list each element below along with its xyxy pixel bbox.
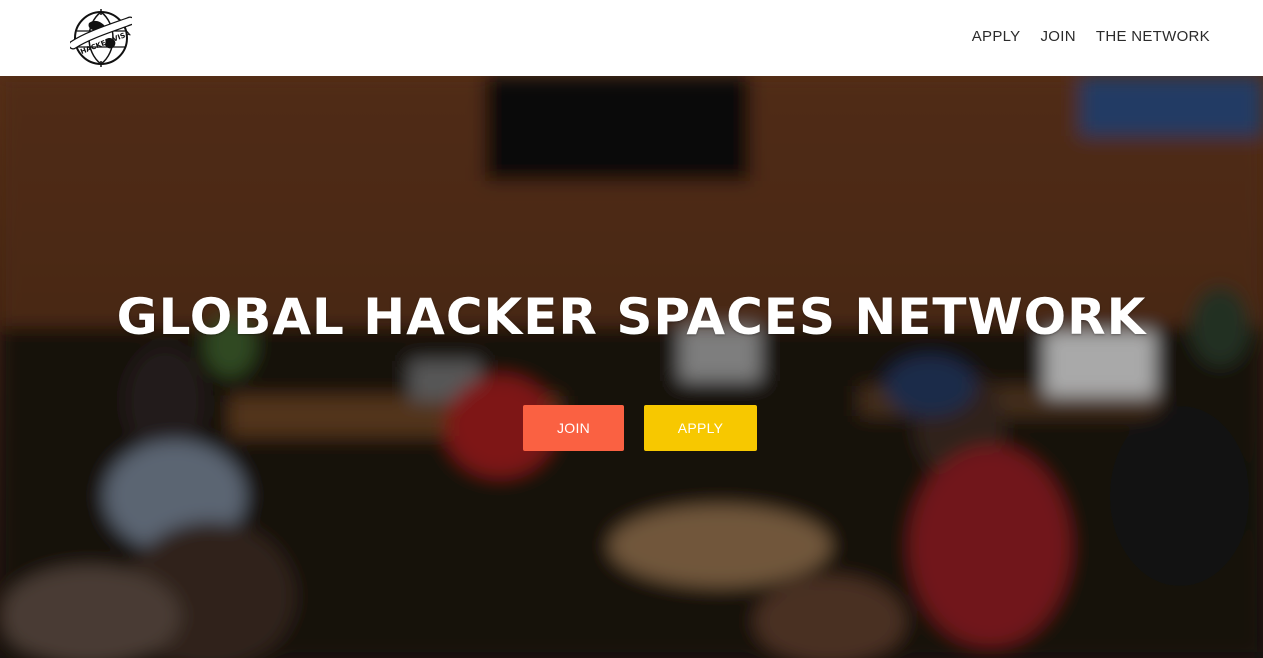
apply-button[interactable]: APPLY (644, 405, 757, 451)
nav-link-join[interactable]: JOIN (1040, 28, 1075, 46)
hacker-visa-logo[interactable]: HACKER VISA (68, 9, 135, 67)
top-navbar: HACKER VISA APPLY JOIN THE NETWORK (0, 0, 1263, 76)
globe-logo-icon: HACKER VISA (68, 9, 135, 67)
join-button[interactable]: JOIN (523, 405, 624, 451)
hero-dark-overlay (0, 76, 1263, 658)
hero-section: GLOBAL HACKER SPACES NETWORK JOIN APPLY (0, 76, 1263, 658)
main-nav: APPLY JOIN THE NETWORK (952, 28, 1210, 46)
nav-link-apply[interactable]: APPLY (972, 28, 1021, 46)
nav-link-the-network[interactable]: THE NETWORK (1096, 28, 1210, 46)
hero-title: GLOBAL HACKER SPACES NETWORK (116, 288, 1147, 346)
